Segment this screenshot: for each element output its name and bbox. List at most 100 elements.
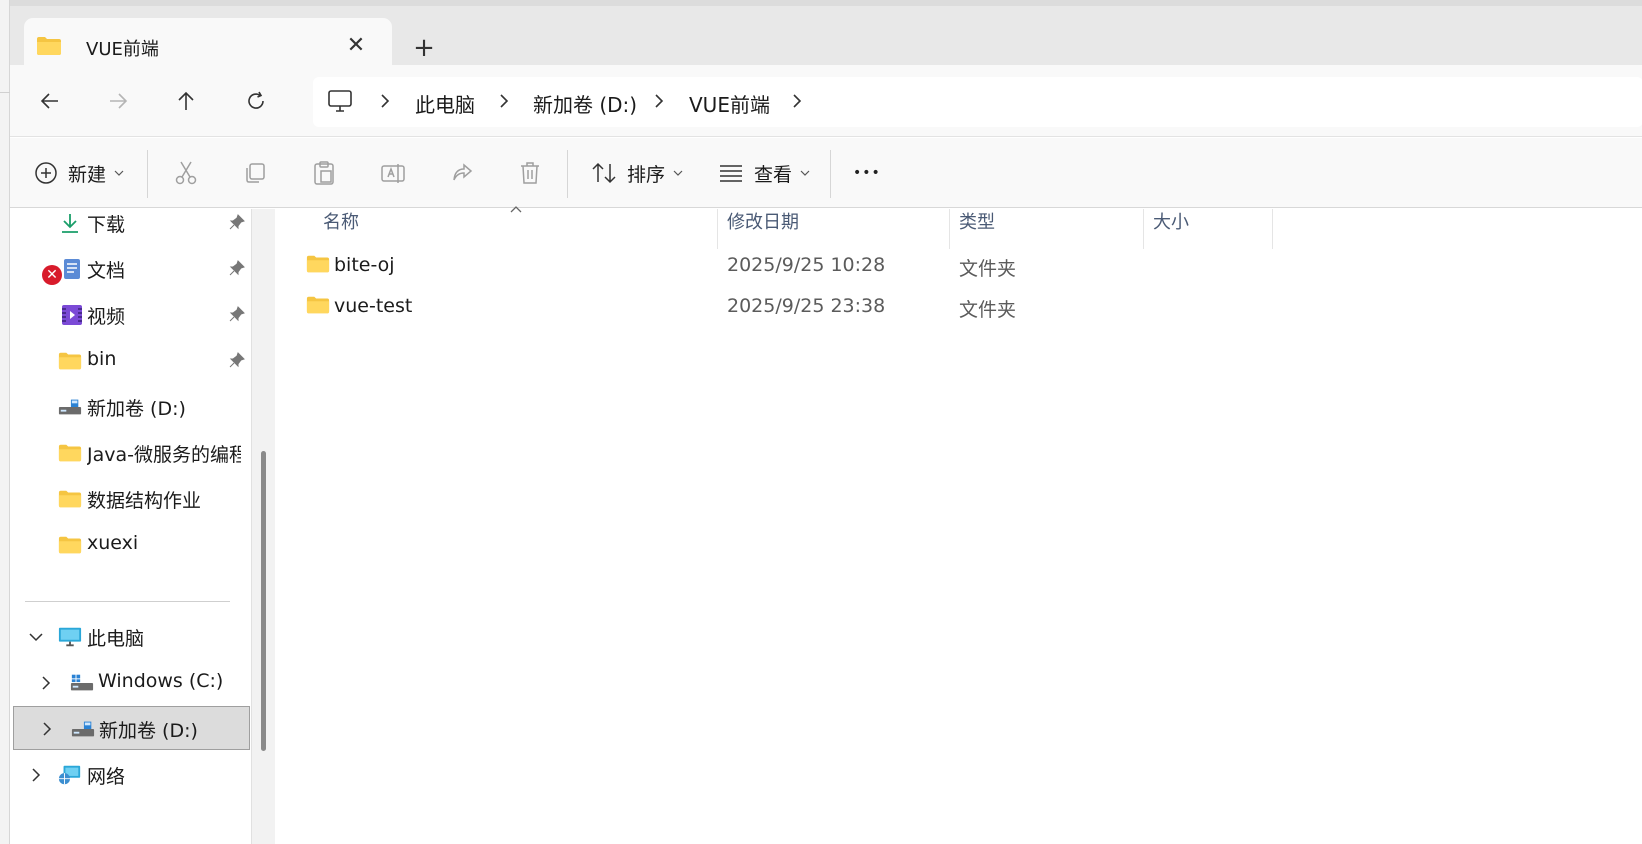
computer-icon xyxy=(328,90,352,112)
sidebar-item-downloads[interactable]: 下载 xyxy=(10,201,251,245)
column-header-modified[interactable]: 修改日期 xyxy=(727,209,799,251)
chevron-right-icon[interactable] xyxy=(28,767,44,783)
file-name: bite-oj xyxy=(334,254,395,276)
scrollbar-thumb[interactable] xyxy=(261,451,266,751)
sidebar-item-java-folder[interactable]: Java-微服务的编程测 xyxy=(10,431,251,475)
refresh-button[interactable] xyxy=(236,83,276,119)
sidebar-item-label: 文档 xyxy=(87,260,126,282)
command-bar: 新建 排序 查看 ••• xyxy=(10,138,1642,208)
paste-icon xyxy=(314,161,334,185)
sidebar-item-data-structures[interactable]: 数据结构作业 xyxy=(10,477,251,521)
column-header-name[interactable]: 名称 xyxy=(323,209,359,251)
cut-button[interactable] xyxy=(174,153,198,193)
network-icon xyxy=(58,765,81,785)
delete-button[interactable] xyxy=(518,153,542,193)
column-divider[interactable] xyxy=(1143,209,1144,249)
copy-button[interactable] xyxy=(243,153,267,193)
chevron-right-icon xyxy=(500,94,509,108)
back-button[interactable] xyxy=(30,83,70,119)
chevron-right-icon[interactable] xyxy=(39,721,55,737)
file-type: 文件夹 xyxy=(959,299,1017,321)
file-modified: 2025/9/25 10:28 xyxy=(727,254,886,276)
rename-button[interactable] xyxy=(380,153,406,193)
navigation-bar: 此电脑 新加卷 (D:) VUE前端 xyxy=(10,65,1642,137)
rename-icon xyxy=(381,164,405,183)
scissors-icon xyxy=(175,161,197,185)
pin-icon[interactable] xyxy=(228,351,246,369)
breadcrumb-drive-d[interactable]: 新加卷 (D:) xyxy=(533,89,637,118)
sidebar-item-drive-d-tree[interactable]: 新加卷 (D:) xyxy=(13,706,250,750)
breadcrumb-this-pc[interactable]: 此电脑 xyxy=(415,89,475,118)
share-icon xyxy=(453,163,473,181)
column-divider[interactable] xyxy=(1272,209,1273,249)
sidebar-item-drive-d[interactable]: 新加卷 (D:) xyxy=(10,385,251,429)
breadcrumb-vue-frontend[interactable]: VUE前端 xyxy=(689,89,770,118)
more-options-button[interactable]: ••• xyxy=(853,153,881,193)
view-button[interactable]: 查看 xyxy=(718,153,810,193)
sidebar-item-label: bin xyxy=(87,348,117,370)
folder-icon xyxy=(306,296,330,314)
copy-icon xyxy=(246,163,265,183)
sidebar-item-bin[interactable]: bin xyxy=(10,339,251,383)
pin-icon[interactable] xyxy=(228,213,246,231)
file-list: 名称 修改日期 类型 大小 bite-oj 2025/9/25 10:28 文件… xyxy=(276,206,1642,844)
sidebar-item-label: Java-微服务的编程测 xyxy=(87,444,241,466)
sidebar-item-network[interactable]: 网络 xyxy=(10,753,251,797)
navigation-pane: 下载 文档 视频 bin 新加卷 (D:) Java-微服务的编程测 xyxy=(10,209,251,844)
folder-icon xyxy=(58,490,82,508)
pin-icon[interactable] xyxy=(228,305,246,323)
error-badge-icon: ✕ xyxy=(42,265,62,285)
drive-icon xyxy=(71,721,95,737)
trash-icon xyxy=(521,162,539,184)
sort-label: 排序 xyxy=(627,163,666,186)
close-tab-icon[interactable]: ✕ xyxy=(342,32,370,60)
up-button[interactable] xyxy=(166,83,206,119)
chevron-down-icon[interactable] xyxy=(28,629,44,645)
column-divider[interactable] xyxy=(717,209,718,249)
chevron-right-icon xyxy=(793,94,802,108)
forward-button[interactable] xyxy=(98,83,138,119)
chevron-right-icon xyxy=(655,94,664,108)
sidebar-divider xyxy=(25,601,230,602)
sidebar-scrollbar[interactable] xyxy=(251,209,275,844)
arrow-up-icon xyxy=(178,91,194,110)
share-button[interactable] xyxy=(450,153,474,193)
sidebar-item-windows-c[interactable]: Windows (C:) xyxy=(10,661,251,705)
column-divider[interactable] xyxy=(949,209,950,249)
sort-button[interactable]: 排序 xyxy=(591,153,683,193)
arrow-right-icon xyxy=(110,93,128,109)
table-row[interactable]: bite-oj 2025/9/25 10:28 文件夹 xyxy=(276,246,1642,286)
chevron-right-icon xyxy=(381,94,390,108)
computer-icon xyxy=(58,627,82,647)
sidebar-item-this-pc[interactable]: 此电脑 xyxy=(10,615,251,659)
paste-button[interactable] xyxy=(312,153,336,193)
column-header-type[interactable]: 类型 xyxy=(959,209,995,251)
chevron-down-icon xyxy=(673,170,683,176)
chevron-right-icon[interactable] xyxy=(38,675,54,691)
desktop-background-strip xyxy=(0,0,10,844)
sidebar-item-label: 数据结构作业 xyxy=(87,490,202,512)
file-name: vue-test xyxy=(334,295,413,317)
folder-icon xyxy=(58,444,82,462)
toolbar-divider xyxy=(567,150,568,198)
sidebar-item-label: xuexi xyxy=(87,532,139,554)
sidebar-item-videos[interactable]: 视频 xyxy=(10,293,251,337)
arrow-left-icon xyxy=(40,93,58,109)
address-bar[interactable]: 此电脑 新加卷 (D:) VUE前端 xyxy=(313,77,1642,127)
column-header-size[interactable]: 大小 xyxy=(1153,209,1189,251)
list-view-icon xyxy=(720,165,742,182)
new-button[interactable]: 新建 xyxy=(34,153,124,193)
file-type: 文件夹 xyxy=(959,258,1017,280)
sort-ascending-icon xyxy=(510,206,522,213)
file-explorer-window: VUE前端 ✕ + 此电脑 新加卷 (D:) VUE前端 新建 排序 查看 ••… xyxy=(10,0,1642,844)
sidebar-item-xuexi[interactable]: xuexi xyxy=(10,523,251,567)
pin-icon[interactable] xyxy=(228,259,246,277)
table-row[interactable]: vue-test 2025/9/25 23:38 文件夹 xyxy=(276,287,1642,327)
new-tab-button[interactable]: + xyxy=(406,30,442,66)
sort-icon xyxy=(592,162,616,184)
folder-icon xyxy=(306,255,330,273)
new-label: 新建 xyxy=(68,163,107,186)
plus-circle-icon xyxy=(35,162,57,184)
view-label: 查看 xyxy=(754,163,793,186)
folder-icon xyxy=(36,36,62,60)
